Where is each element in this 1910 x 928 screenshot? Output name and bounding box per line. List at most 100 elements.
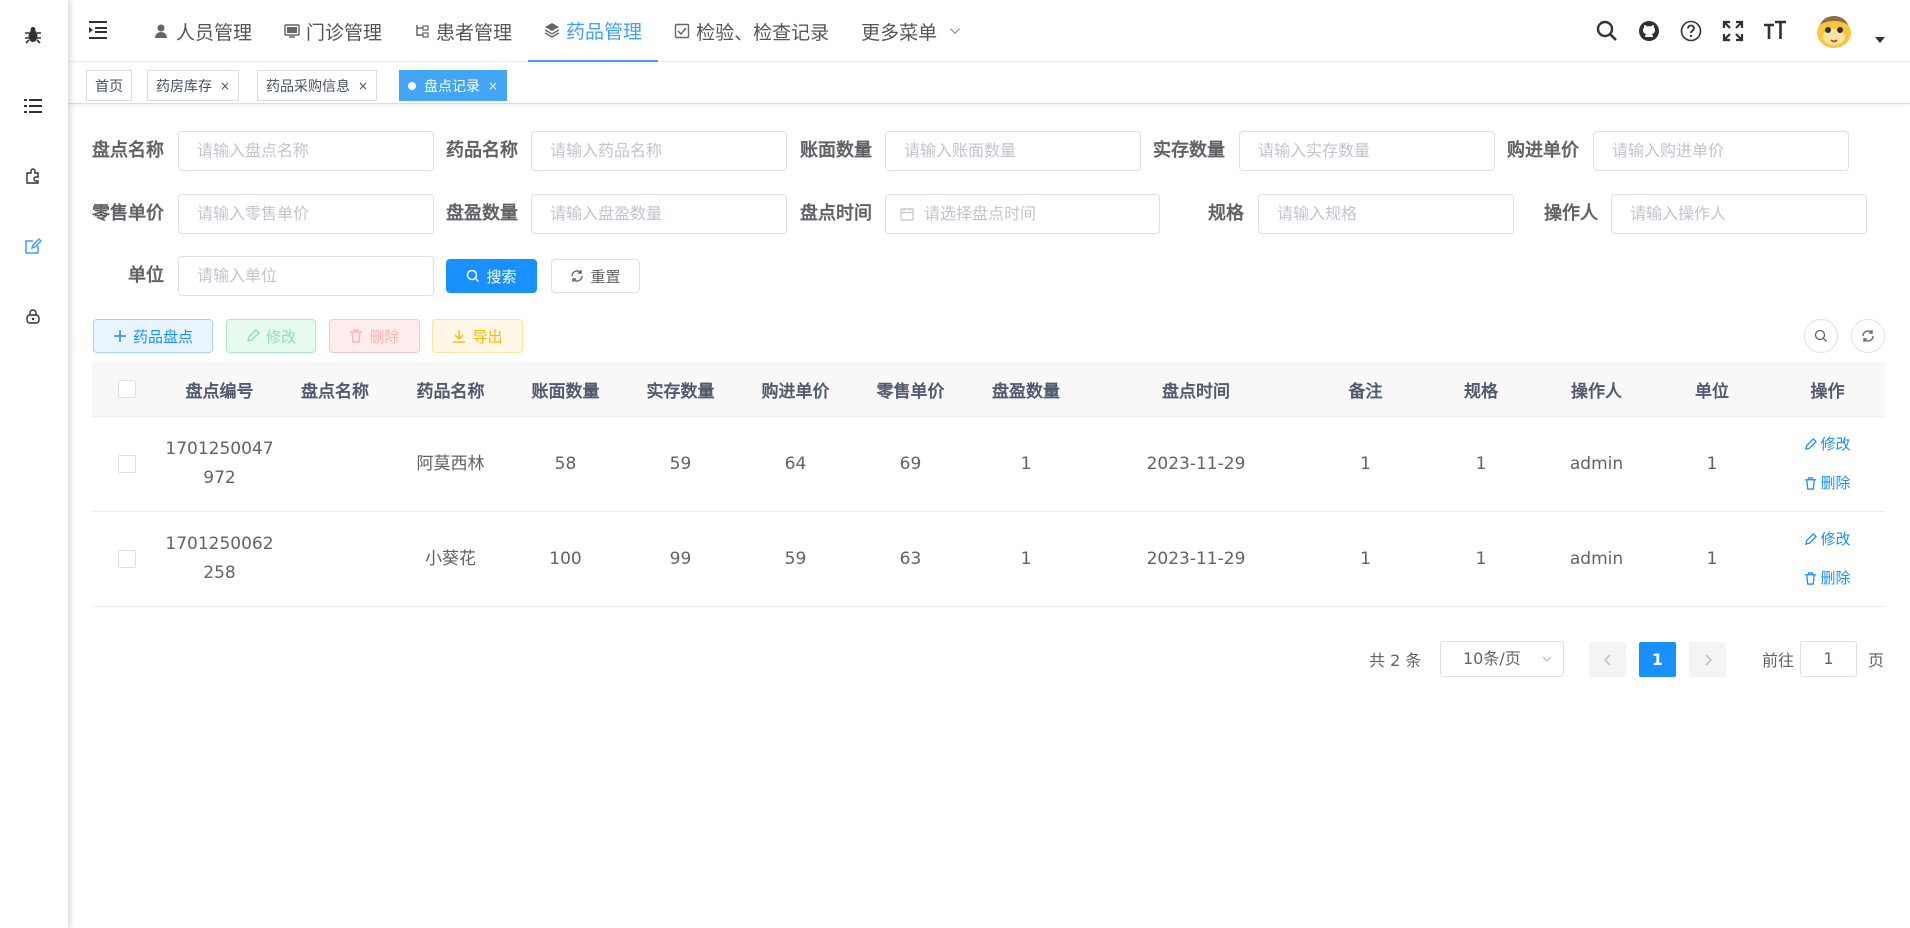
edit-icon [1805, 438, 1818, 451]
actual-qty-cell: 59 [669, 453, 692, 474]
profit-quantity-input[interactable]: 请输入盘盈数量 [531, 194, 787, 234]
name-cell [277, 417, 393, 511]
delete-button[interactable]: 删除 [329, 319, 420, 353]
row-checkbox[interactable] [118, 550, 136, 568]
tag-label: 盘点记录 [424, 78, 480, 95]
column-header: 盘点编号 [185, 381, 254, 402]
page-size-select[interactable]: 10条/页 [1440, 641, 1564, 677]
edit-icon[interactable] [22, 235, 44, 257]
row-edit-label: 修改 [1820, 435, 1851, 453]
book-quantity-input[interactable]: 请输入账面数量 [885, 131, 1141, 171]
date-placeholder: 请选择盘点时间 [924, 204, 1037, 223]
tag-label: 首页 [95, 78, 123, 95]
refresh-icon [571, 270, 584, 282]
purchase-price-input[interactable]: 请输入购进单价 [1593, 131, 1849, 171]
add-button-label: 药品盘点 [132, 327, 193, 346]
menu-item-staff[interactable]: 人员管理 [138, 0, 268, 62]
sidebar [0, 0, 68, 928]
edit-icon [247, 329, 260, 342]
unit-cell: 1 [1706, 548, 1718, 569]
chevron-down-icon [1542, 656, 1552, 662]
export-button[interactable]: 导出 [432, 319, 523, 353]
search-icon[interactable] [1586, 10, 1628, 52]
menu-item-drug[interactable]: 药品管理 [528, 0, 659, 62]
column-header: 操作 [1810, 381, 1845, 402]
column-header: 操作人 [1571, 381, 1622, 402]
inventory-name-input[interactable]: 请输入盘点名称 [178, 131, 434, 171]
menu-item-inspection[interactable]: 检验、检查记录 [658, 0, 845, 62]
spec-cell: 1 [1475, 548, 1487, 569]
search-button-label: 搜索 [486, 267, 517, 286]
search-icon [1814, 329, 1827, 342]
retail-price-input[interactable]: 请输入零售单价 [178, 194, 434, 234]
bug-icon[interactable] [22, 24, 44, 46]
tag-drug-purchase[interactable]: 药品采购信息 × [257, 70, 378, 101]
code-cell: 1701250062258 [162, 512, 277, 606]
avatar[interactable] [1814, 11, 1854, 51]
close-icon[interactable]: × [488, 79, 498, 93]
edit-button[interactable]: 修改 [226, 319, 316, 353]
actions-cell: 修改 删除 [1770, 512, 1885, 606]
operator-cell: admin [1569, 453, 1624, 474]
column-header: 盘点时间 [1162, 381, 1230, 402]
operator-input[interactable]: 请输入操作人 [1611, 194, 1867, 234]
fullscreen-icon[interactable] [1712, 10, 1754, 52]
hamburger-icon[interactable] [88, 20, 108, 40]
row-delete-link[interactable]: 删除 [1804, 469, 1851, 498]
add-inventory-button[interactable]: 药品盘点 [93, 319, 213, 353]
search-button[interactable]: 搜索 [446, 259, 537, 293]
row-edit-link[interactable]: 修改 [1804, 430, 1851, 459]
reset-button[interactable]: 重置 [551, 259, 640, 293]
menu-item-patient[interactable]: 患者管理 [398, 0, 528, 62]
inventory-time-picker[interactable]: 请选择盘点时间 [885, 194, 1160, 234]
prev-page-button[interactable] [1589, 642, 1626, 677]
menu-item-clinic[interactable]: 门诊管理 [268, 0, 398, 62]
code-cell: 1701250047972 [162, 417, 277, 511]
toggle-search-button[interactable] [1804, 319, 1838, 353]
export-button-label: 导出 [472, 327, 503, 346]
tag-home[interactable]: 首页 [86, 70, 132, 101]
question-icon[interactable] [1670, 10, 1712, 52]
menu-label: 药品管理 [566, 20, 643, 43]
menu-item-more[interactable]: 更多菜单 [845, 0, 977, 62]
github-icon[interactable] [1628, 10, 1670, 52]
font-size-icon[interactable] [1754, 10, 1796, 52]
lock-icon[interactable] [22, 305, 44, 327]
menu-label: 人员管理 [176, 21, 253, 44]
row-delete-link[interactable]: 删除 [1804, 564, 1851, 593]
profit-qty-cell: 1 [1020, 548, 1032, 569]
active-dot-icon [408, 81, 416, 90]
label-unit: 单位 [128, 265, 164, 286]
spec-input[interactable]: 请输入规格 [1258, 194, 1514, 234]
unit-cell: 1 [1706, 453, 1718, 474]
top-menu: 人员管理 门诊管理 患者管理 药品管理 检验、检查记录 更多菜单 [138, 0, 977, 62]
book-qty-cell: 58 [554, 453, 577, 474]
header-select-all [92, 362, 162, 416]
row-edit-link[interactable]: 修改 [1804, 525, 1851, 554]
column-header: 购进单价 [761, 381, 830, 402]
row-checkbox[interactable] [118, 455, 136, 473]
trash-icon [350, 329, 363, 343]
drug-name-input[interactable]: 请输入药品名称 [531, 131, 787, 171]
puzzle-icon[interactable] [22, 165, 44, 187]
purchase-price-cell: 59 [784, 548, 807, 569]
actual-quantity-input[interactable]: 请输入实存数量 [1239, 131, 1495, 171]
purchase-price-cell: 64 [784, 453, 807, 474]
caret-down-icon[interactable] [1874, 29, 1886, 48]
row-select-cell [92, 512, 162, 606]
tag-pharmacy-stock[interactable]: 药房库存 × [147, 70, 240, 101]
next-page-button[interactable] [1689, 642, 1726, 677]
tag-label: 药房库存 [156, 78, 212, 95]
download-icon [453, 330, 466, 343]
select-all-checkbox[interactable] [118, 380, 136, 398]
refresh-table-button[interactable] [1851, 319, 1885, 353]
page-number-current[interactable]: 1 [1639, 642, 1676, 677]
edit-button-label: 修改 [265, 327, 296, 346]
tag-inventory-record[interactable]: 盘点记录 × [399, 70, 508, 101]
unit-input[interactable]: 请输入单位 [178, 256, 434, 296]
close-icon[interactable]: × [220, 79, 230, 93]
list-icon[interactable] [22, 95, 44, 117]
goto-page-input[interactable]: 1 [1800, 641, 1857, 677]
close-icon[interactable]: × [358, 79, 368, 93]
inventory-code: 1701250047972 [165, 439, 274, 488]
